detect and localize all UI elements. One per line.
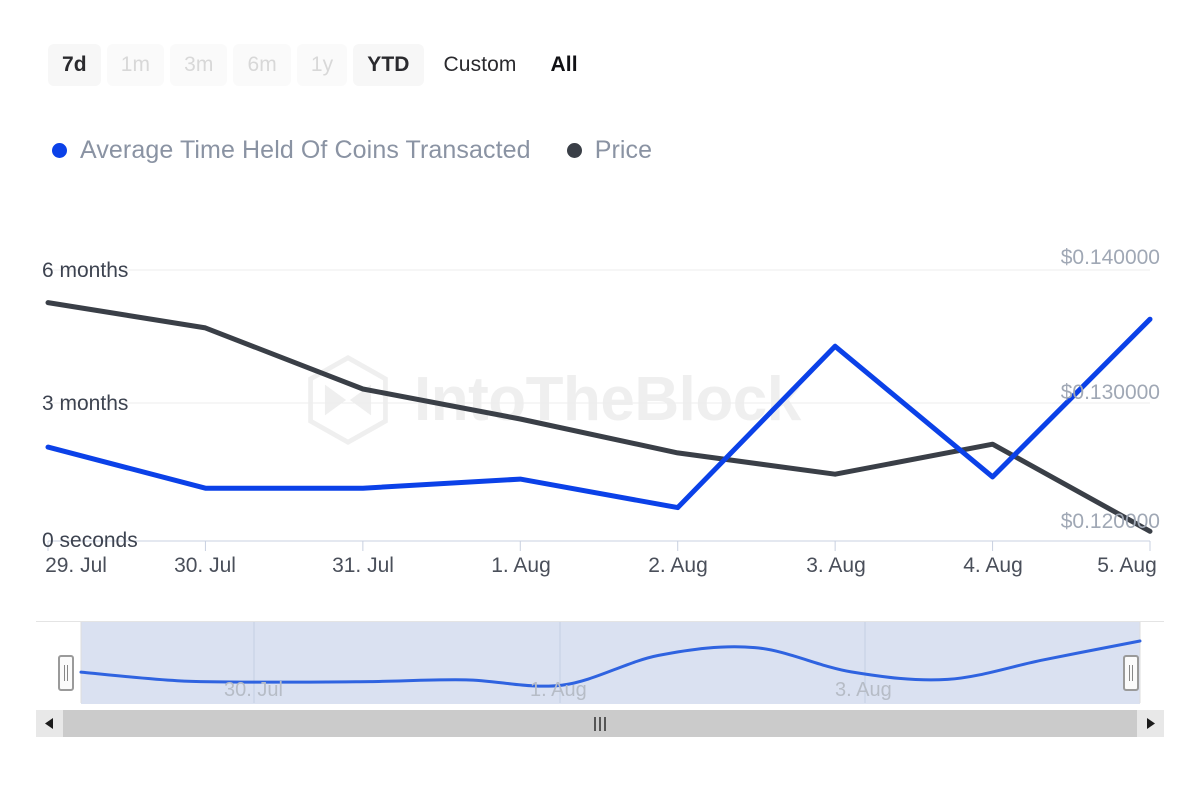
x-axis-tick-1: 30. Jul	[174, 554, 236, 578]
x-axis-tick-4: 2. Aug	[648, 554, 708, 578]
x-axis-tick-7: 5. Aug	[1097, 554, 1157, 578]
scrollbar-grip-icon[interactable]	[594, 717, 606, 731]
handle-grip-bar	[1132, 665, 1133, 681]
scrollbar-grip-bar	[599, 717, 601, 731]
right-axis-tick-0-140000: $0.140000	[1061, 246, 1160, 270]
average-time-held-line	[48, 319, 1150, 507]
x-axis-tick-2: 31. Jul	[332, 554, 394, 578]
handle-grip-bar	[64, 665, 65, 681]
scroll-left-arrow-icon[interactable]	[36, 710, 63, 737]
navigator-right-handle[interactable]	[1123, 655, 1139, 691]
scrollbar-track[interactable]	[63, 710, 1137, 737]
x-axis-tick-3: 1. Aug	[491, 554, 551, 578]
handle-grip-bar	[67, 665, 68, 681]
x-axis-tick-6: 4. Aug	[963, 554, 1023, 578]
chart-screenshot: 7d 1m 3m 6m 1y YTD Custom All Average Ti…	[0, 0, 1200, 800]
navigator-x-label-0: 30. Jul	[224, 679, 283, 702]
chart-x-ticks	[48, 541, 1150, 551]
left-axis-tick-0-seconds: 0 seconds	[42, 529, 138, 553]
x-axis-tick-5: 3. Aug	[806, 554, 866, 578]
left-axis-tick-6-months: 6 months	[42, 259, 128, 283]
right-axis-tick-0-130000: $0.130000	[1061, 381, 1160, 405]
price-line	[48, 303, 1150, 532]
chart-gridlines	[48, 270, 1150, 541]
chart-navigator[interactable]: 30. Jul 1. Aug 3. Aug	[36, 621, 1164, 704]
right-axis-tick-0-120000: $0.120000	[1061, 510, 1160, 534]
handle-grip-bar	[1129, 665, 1130, 681]
chart-scrollbar[interactable]	[36, 710, 1164, 737]
navigator-x-label-2: 3. Aug	[835, 679, 892, 702]
navigator-left-handle[interactable]	[58, 655, 74, 691]
left-axis-tick-3-months: 3 months	[42, 392, 128, 416]
scrollbar-grip-bar	[594, 717, 596, 731]
x-axis-tick-0: 29. Jul	[45, 554, 107, 578]
navigator-x-label-1: 1. Aug	[530, 679, 587, 702]
chart-plot-area: 6 months 3 months 0 seconds $0.140000 $0…	[0, 0, 1200, 620]
scrollbar-grip-bar	[604, 717, 606, 731]
navigator-canvas	[36, 621, 1164, 704]
scroll-right-arrow-icon[interactable]	[1137, 710, 1164, 737]
